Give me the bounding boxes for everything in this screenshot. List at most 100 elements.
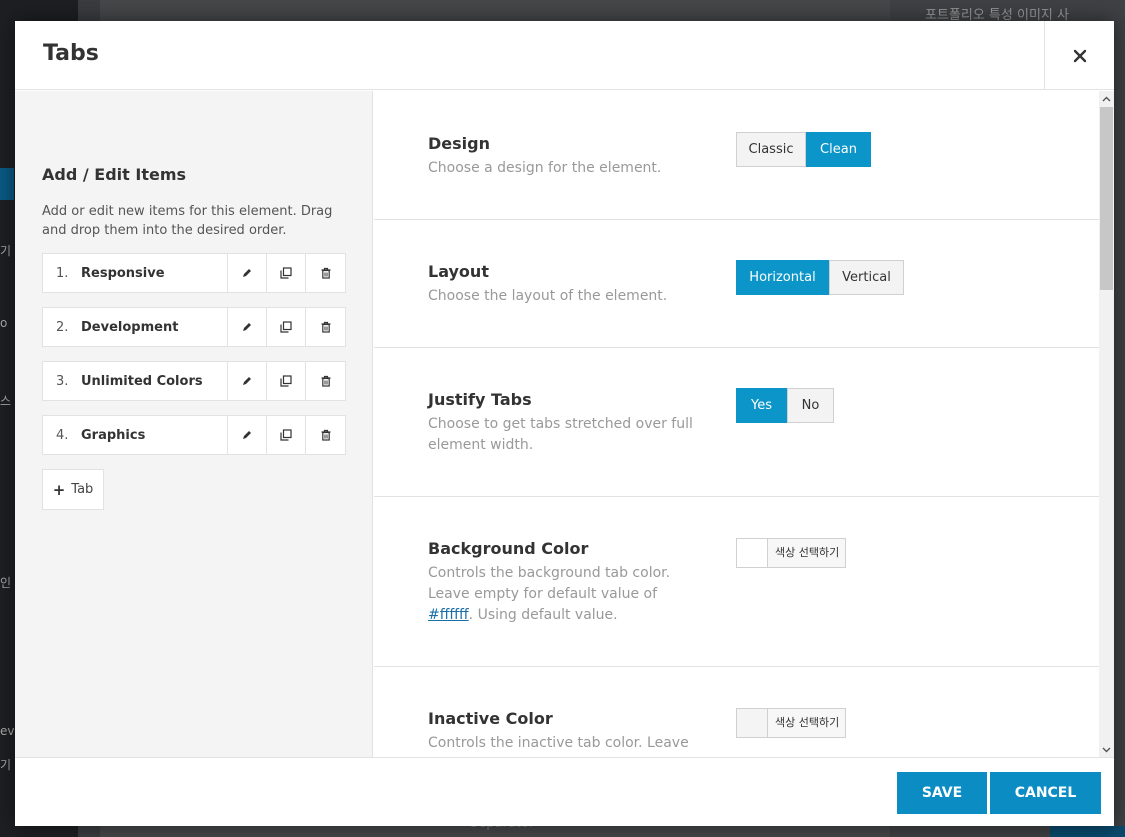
item-number: 4. (56, 427, 69, 443)
pencil-icon (243, 377, 251, 385)
design-description: Choose a design for the element. (428, 160, 662, 176)
item-number: 2. (56, 319, 69, 335)
background-side-char: 스 (0, 394, 12, 408)
add-tab-button[interactable]: + Tab (42, 469, 104, 510)
edit-item-button[interactable] (228, 254, 267, 292)
default-color-link[interactable]: #ffffff (428, 607, 469, 623)
justify-tabs-title: Justify Tabs (428, 390, 532, 409)
close-button[interactable] (1044, 21, 1114, 90)
inactive-color-description: Controls the inactive tab color. Leave (428, 735, 689, 751)
add-tab-label: Tab (71, 482, 94, 497)
items-panel-description: Add or edit new items for this element. … (42, 204, 333, 238)
options-scrollbar[interactable] (1099, 91, 1114, 757)
scroll-up-arrow[interactable] (1099, 91, 1114, 106)
clone-icon (280, 267, 292, 279)
trash-icon (321, 321, 330, 333)
justify-tabs-option: Justify Tabs Choose to get tabs stretche… (374, 348, 1099, 497)
modal-header: Tabs (15, 21, 1114, 90)
pencil-icon (243, 269, 251, 277)
modal-title: Tabs (43, 41, 99, 66)
modal-footer: SAVE CANCEL (15, 757, 1114, 826)
background-color-description: Controls the background tab color. Leave… (428, 563, 693, 626)
item-label[interactable]: 1. Responsive (43, 254, 228, 292)
background-color-picker[interactable]: 색상 선택하기 (736, 538, 847, 568)
item-label[interactable]: 3. Unlimited Colors (43, 362, 228, 400)
background-color-title: Background Color (428, 539, 589, 558)
layout-horizontal-button[interactable]: Horizontal (736, 260, 829, 295)
layout-button-group: Horizontal Vertical (736, 260, 904, 295)
justify-tabs-button-group: Yes No (736, 388, 834, 423)
clone-item-button[interactable] (267, 308, 306, 346)
justify-tabs-description: Choose to get tabs stretched over full e… (428, 416, 693, 453)
justify-yes-button[interactable]: Yes (736, 388, 787, 423)
item-number: 3. (56, 373, 69, 389)
item-label[interactable]: 2. Development (43, 308, 228, 346)
trash-icon (321, 267, 330, 279)
background-side-char: 기 (0, 244, 12, 258)
inactive-color-picker[interactable]: 색상 선택하기 (736, 708, 847, 738)
options-panel: Design Choose a design for the element. … (374, 91, 1099, 757)
clone-item-button[interactable] (267, 362, 306, 400)
edit-item-button[interactable] (228, 416, 267, 454)
delete-item-button[interactable] (306, 254, 345, 292)
pencil-icon (243, 431, 251, 439)
item-name: Unlimited Colors (81, 373, 203, 389)
edit-item-button[interactable] (228, 308, 267, 346)
item-name: Graphics (81, 427, 146, 443)
delete-item-button[interactable] (306, 416, 345, 454)
chevron-down-icon (1102, 747, 1111, 752)
layout-option: Layout Choose the layout of the element.… (374, 220, 1099, 348)
tabs-modal: Tabs Add / Edit Items Add or edit new it… (15, 21, 1114, 826)
scroll-thumb[interactable] (1100, 107, 1113, 290)
delete-item-button[interactable] (306, 308, 345, 346)
list-item[interactable]: 1. Responsive (42, 253, 346, 293)
chevron-up-icon (1102, 96, 1111, 101)
trash-icon (321, 375, 330, 387)
clone-icon (280, 321, 292, 333)
trash-icon (321, 429, 330, 441)
item-label[interactable]: 4. Graphics (43, 416, 228, 454)
design-classic-button[interactable]: Classic (736, 132, 806, 167)
inactive-color-title: Inactive Color (428, 709, 553, 728)
items-panel: Add / Edit Items Add or edit new items f… (15, 91, 373, 757)
background-color-picker-label: 색상 선택하기 (775, 546, 840, 559)
clone-icon (280, 375, 292, 387)
justify-no-button[interactable]: No (787, 388, 834, 423)
item-list: 1. Responsive 2. Development 3. Unlimite… (42, 253, 346, 469)
item-name: Development (81, 319, 179, 335)
background-color-swatch[interactable] (737, 539, 768, 567)
layout-description: Choose the layout of the element. (428, 288, 668, 304)
design-title: Design (428, 134, 490, 153)
inactive-color-option: Inactive Color Controls the inactive tab… (374, 667, 1099, 757)
layout-vertical-button[interactable]: Vertical (829, 260, 904, 295)
edit-item-button[interactable] (228, 362, 267, 400)
list-item[interactable]: 4. Graphics (42, 415, 346, 455)
clone-icon (280, 429, 292, 441)
inactive-color-picker-label: 색상 선택하기 (775, 716, 840, 729)
background-side-char: 인 (0, 576, 12, 590)
clone-item-button[interactable] (267, 254, 306, 292)
background-side-char: o (0, 316, 8, 330)
background-side-char: ev (0, 724, 15, 738)
close-icon (1073, 49, 1086, 62)
layout-title: Layout (428, 262, 489, 281)
pencil-icon (243, 323, 251, 331)
design-button-group: Classic Clean (736, 132, 871, 167)
list-item[interactable]: 2. Development (42, 307, 346, 347)
background-color-description-text: Controls the background tab color. Leave… (428, 565, 671, 602)
design-option: Design Choose a design for the element. … (374, 91, 1099, 220)
item-name: Responsive (81, 265, 165, 281)
cancel-button[interactable]: CANCEL (990, 772, 1101, 814)
inactive-color-swatch[interactable] (737, 709, 768, 737)
save-button[interactable]: SAVE (897, 772, 987, 814)
background-sidebar-highlight (0, 168, 14, 200)
scroll-down-arrow[interactable] (1099, 742, 1114, 757)
clone-item-button[interactable] (267, 416, 306, 454)
background-side-char: 기 (0, 758, 12, 772)
list-item[interactable]: 3. Unlimited Colors (42, 361, 346, 401)
design-clean-button[interactable]: Clean (806, 132, 871, 167)
background-bottom-bar (1050, 826, 1125, 837)
background-color-description-suffix: . Using default value. (468, 607, 618, 623)
item-number: 1. (56, 265, 69, 281)
delete-item-button[interactable] (306, 362, 345, 400)
